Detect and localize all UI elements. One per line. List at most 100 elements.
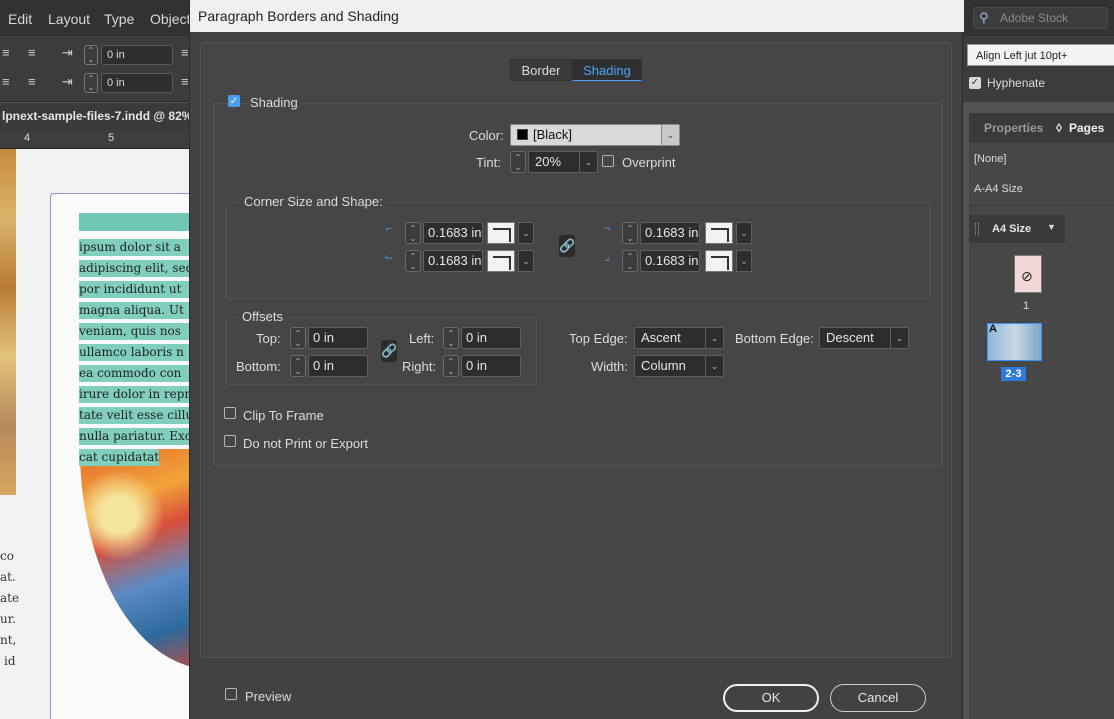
shading-label: Shading <box>247 95 301 110</box>
corner-bottom-right-shape[interactable] <box>705 250 733 272</box>
document-tab-label: lpnext-sample-files-7.indd @ 82% <box>2 109 193 123</box>
align-justify-icon[interactable]: ≡ <box>2 74 10 89</box>
link-offsets-icon[interactable]: 🔗 <box>381 340 397 362</box>
align-right-icon[interactable]: ≡ <box>28 45 36 60</box>
document-tab[interactable]: lpnext-sample-files-7.indd @ 82% <box>0 103 193 129</box>
corner-top-left-stepper[interactable]: ⌃ ⌄ <box>405 222 421 244</box>
corner-bottom-right-size[interactable]: 0.1683 in <box>640 250 700 272</box>
corner-bottom-left-size[interactable]: 0.1683 in <box>423 250 483 272</box>
master-none[interactable]: [None] <box>974 153 1006 165</box>
overprint-checkbox[interactable] <box>602 155 614 167</box>
align-left-icon[interactable]: ≡ <box>2 45 10 60</box>
menu-type[interactable]: Type <box>104 11 134 27</box>
paragraph-style-select[interactable]: Align Left jut 10pt+ <box>967 44 1114 66</box>
offset-left-label: Left: <box>409 331 435 346</box>
shading-checkbox[interactable]: ✓ <box>228 95 240 107</box>
adobe-stock-search[interactable]: ⚲ Adobe Stock <box>973 7 1108 29</box>
dialog-titlebar[interactable]: Paragraph Borders and Shading <box>190 0 964 32</box>
top-edge-select[interactable]: Ascent ⌄ <box>634 327 724 349</box>
cancel-button[interactable]: Cancel <box>830 684 926 712</box>
corner-top-right-size[interactable]: 0.1683 in <box>640 222 700 244</box>
search-placeholder: Adobe Stock <box>1000 11 1069 25</box>
text-line: adipiscing elit, sed <box>79 260 190 277</box>
corner-bottom-left-stepper[interactable]: ⌃ ⌄ <box>405 250 421 272</box>
first-line-indent-field[interactable]: 0 in <box>101 73 173 93</box>
page-thumbnail-1[interactable]: ⊘ <box>1014 255 1042 293</box>
left-indent-field[interactable]: 0 in <box>101 45 173 65</box>
search-icon: ⚲ <box>979 10 989 25</box>
hyphenate-checkbox[interactable]: ✓ <box>969 77 981 89</box>
corner-top-left-size[interactable]: 0.1683 in <box>423 222 483 244</box>
chevron-down-icon[interactable]: ▼ <box>1047 222 1056 232</box>
chevron-down-icon[interactable]: ⌄ <box>518 250 534 272</box>
corner-top-left-shape[interactable] <box>487 222 515 244</box>
offsets-label: Offsets <box>238 309 287 324</box>
clip-to-frame-checkbox[interactable] <box>224 407 236 419</box>
search-bar-area: ⚲ Adobe Stock <box>963 0 1114 36</box>
width-select[interactable]: Column ⌄ <box>634 355 724 377</box>
do-not-print-checkbox[interactable] <box>224 435 236 447</box>
offset-bottom-field[interactable]: 0 in <box>308 355 368 377</box>
menu-layout[interactable]: Layout <box>48 11 90 27</box>
text-line: tate velit esse cillu <box>79 407 190 424</box>
bottom-edge-value: Descent <box>826 330 874 345</box>
tab-border[interactable]: Border <box>510 59 572 81</box>
master-a4[interactable]: A-A4 Size <box>974 183 1023 195</box>
menu-edit[interactable]: Edit <box>8 11 32 27</box>
hyphenate-label: Hyphenate <box>987 76 1046 90</box>
offset-right-field[interactable]: 0 in <box>461 355 521 377</box>
align-icon[interactable]: ≡ <box>181 45 189 60</box>
tab-properties[interactable]: Properties <box>984 121 1043 135</box>
offset-top-stepper[interactable]: ⌃ ⌄ <box>290 327 306 349</box>
tint-select[interactable]: 20% ⌄ <box>528 151 598 173</box>
corner-bottom-right-icon: ⌟ <box>604 251 610 263</box>
corner-top-right-icon: ¬ <box>603 223 611 235</box>
grip-icon[interactable] <box>975 223 979 235</box>
panel-tabs: Properties ◊ Pages <box>969 113 1114 143</box>
chevron-down-icon[interactable]: ⌄ <box>736 222 752 244</box>
offset-left-stepper[interactable]: ⌃ ⌄ <box>443 327 459 349</box>
tab-shading[interactable]: Shading <box>572 59 642 81</box>
align-towards-spine-icon[interactable]: ≡ <box>28 74 36 89</box>
text-line: nulla pariatur. Exc <box>79 428 190 445</box>
divider <box>969 205 1114 206</box>
menu-object[interactable]: Object <box>150 11 190 27</box>
corner-top-right-shape[interactable] <box>705 222 733 244</box>
tab-pages[interactable]: Pages <box>1069 121 1104 135</box>
text-fragment: ur. <box>0 612 16 626</box>
width-label: Width: <box>591 359 628 374</box>
text-line: ipsum dolor sit a <box>79 239 190 256</box>
tint-value: 20% <box>535 154 562 169</box>
offset-top-field[interactable]: 0 in <box>308 327 368 349</box>
document-canvas[interactable]: ipsum dolor sit a adipiscing elit, sed p… <box>0 149 190 719</box>
width-value: Column <box>641 358 686 373</box>
chevron-down-icon: ⌄ <box>579 152 597 172</box>
first-line-indent-stepper[interactable]: ⌃ ⌄ <box>84 73 98 93</box>
left-indent-stepper[interactable]: ⌃ ⌄ <box>84 45 98 65</box>
offset-left-field[interactable]: 0 in <box>461 327 521 349</box>
ok-button[interactable]: OK <box>723 684 819 712</box>
offset-right-stepper[interactable]: ⌃ ⌄ <box>443 355 459 377</box>
corner-top-right-stepper[interactable]: ⌃ ⌄ <box>622 222 638 244</box>
text-fragment: ate <box>0 591 20 605</box>
corner-bottom-right-stepper[interactable]: ⌃ ⌄ <box>622 250 638 272</box>
corner-group-label: Corner Size and Shape: <box>240 194 387 209</box>
chevron-down-icon[interactable]: ⌄ <box>736 250 752 272</box>
spread-master-prefix: A <box>989 323 997 335</box>
tint-stepper[interactable]: ⌃ ⌄ <box>510 151 526 173</box>
clip-to-frame-label: Clip To Frame <box>243 408 324 423</box>
color-select[interactable]: [Black] ⌄ <box>510 124 680 146</box>
link-corners-icon[interactable]: 🔗 <box>559 235 575 257</box>
dialog-title: Paragraph Borders and Shading <box>198 8 399 24</box>
preview-checkbox[interactable] <box>225 688 237 700</box>
color-value: [Black] <box>533 127 573 142</box>
bottom-edge-select[interactable]: Descent ⌄ <box>819 327 909 349</box>
corner-bottom-left-shape[interactable] <box>487 250 515 272</box>
top-edge-label: Top Edge: <box>569 331 628 346</box>
text-line: por incididunt ut <box>79 281 190 298</box>
align-icon-2[interactable]: ≡ <box>181 74 189 89</box>
text-line: magna aliqua. Ut <box>79 302 190 319</box>
offset-bottom-stepper[interactable]: ⌃ ⌄ <box>290 355 306 377</box>
chevron-down-icon[interactable]: ⌄ <box>518 222 534 244</box>
control-panel: ≡ ≡ ⇥ ⌃ ⌄ 0 in ≡ ≡ ≡ ⇥ ⌃ ⌄ 0 in ≡ <box>0 36 190 102</box>
